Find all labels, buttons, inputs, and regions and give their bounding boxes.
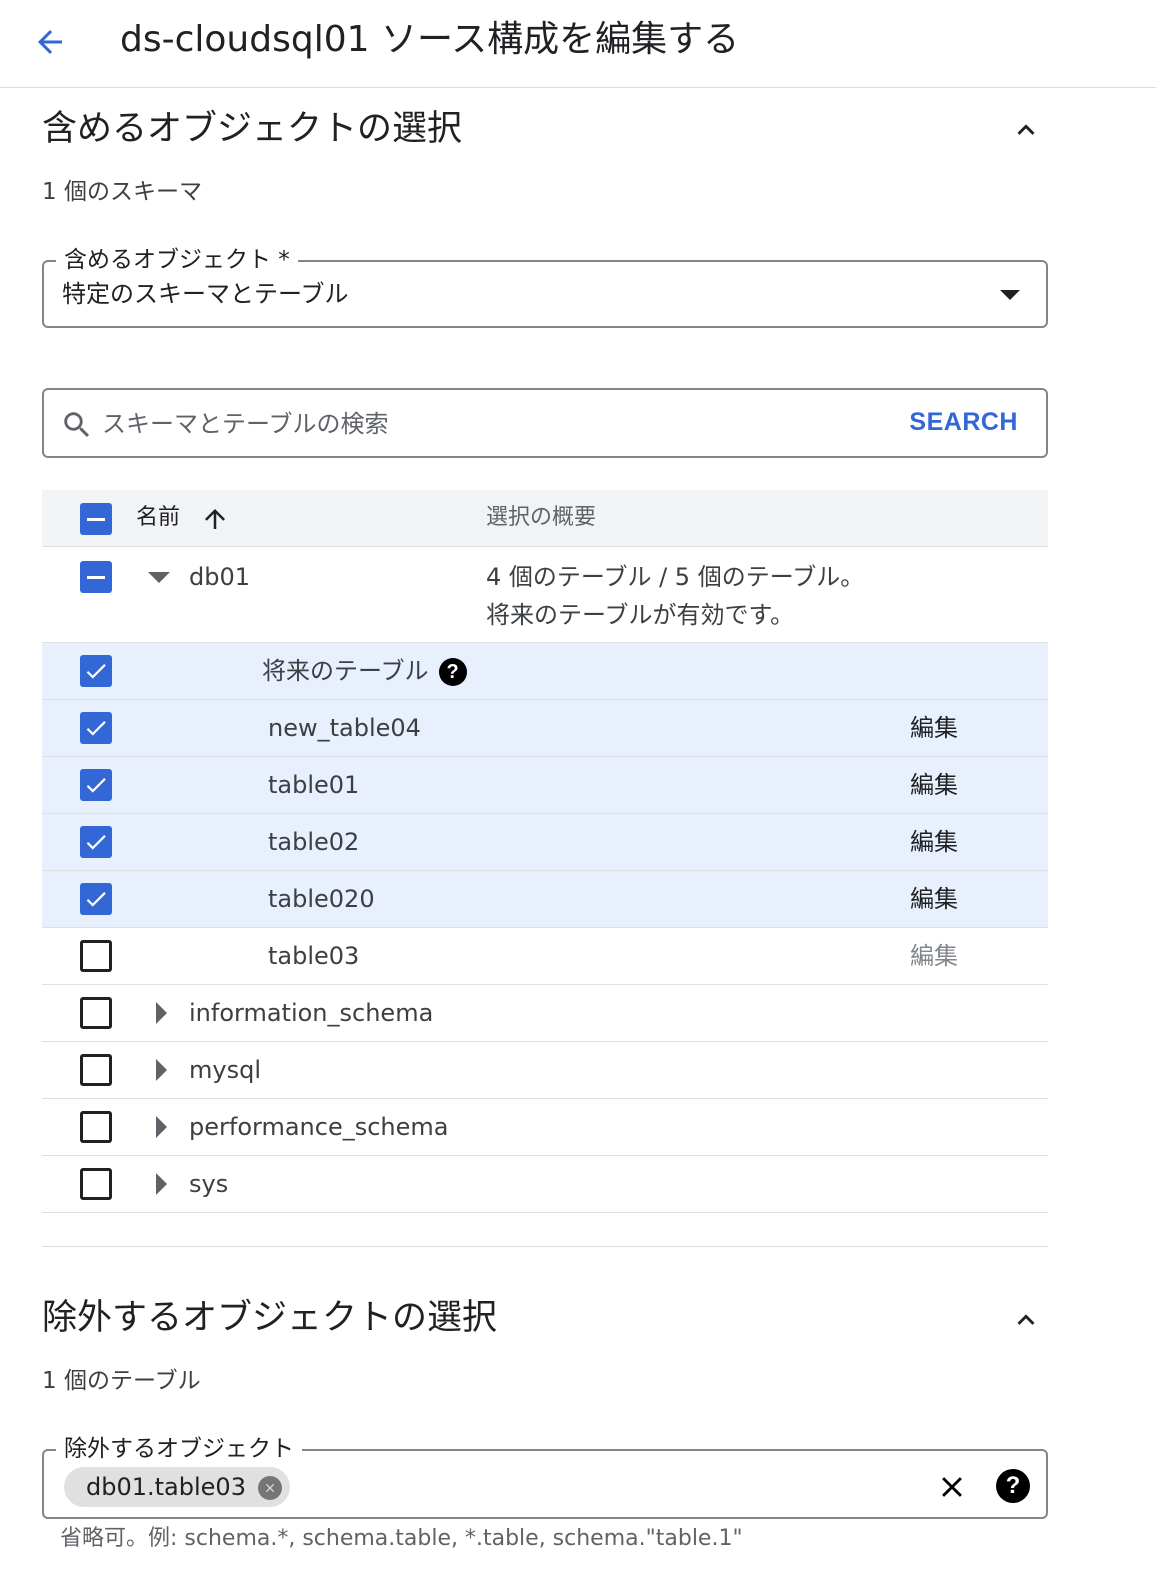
expand-right-icon[interactable] [156, 1002, 167, 1024]
schema-row-db01: db01 4 個のテーブル / 5 個のテーブル。 将来のテーブルが有効です。 [42, 547, 1048, 643]
schema-name: db01 [189, 563, 251, 591]
include-objects-label: 含めるオブジェクト * [56, 245, 298, 275]
schema-name: sys [189, 1170, 229, 1198]
help-icon[interactable]: ? [438, 658, 467, 686]
check-icon [86, 664, 106, 679]
top-bar: ds-cloudsql01 ソース構成を編集する [0, 0, 1156, 88]
expand-right-icon[interactable] [156, 1059, 167, 1081]
schema-search-box: SEARCH [42, 388, 1048, 458]
schema-row: performance_schema [42, 1099, 1048, 1156]
schema-row: mysql [42, 1042, 1048, 1099]
include-schema-count: 1 個のスキーマ [42, 179, 202, 205]
expand-right-icon[interactable] [156, 1173, 167, 1195]
edit-link[interactable]: 編集 [910, 769, 958, 801]
check-icon [86, 778, 106, 793]
chip-label: db01.table03 [86, 1473, 246, 1501]
exclude-section-title: 除外するオブジェクトの選択 [42, 1298, 498, 1338]
exclude-objects-field[interactable]: 除外するオブジェクト db01.table03 ? [42, 1434, 1048, 1519]
check-icon [86, 721, 106, 736]
dropdown-arrow-icon [1000, 290, 1020, 300]
edit-link[interactable]: 編集 [910, 712, 958, 744]
schema-checkbox[interactable] [80, 1111, 112, 1143]
table-row: table020 編集 [42, 871, 1048, 928]
exclude-objects-label: 除外するオブジェクト [56, 1434, 302, 1464]
table-row: new_table04 編集 [42, 700, 1048, 757]
table-checkbox[interactable] [80, 940, 112, 972]
sort-ascending-icon[interactable] [200, 504, 230, 534]
future-tables-label: 将来のテーブル? [262, 655, 467, 687]
include-collapse-button[interactable] [1004, 108, 1048, 152]
edit-link[interactable]: 編集 [910, 826, 958, 858]
expand-down-icon[interactable] [148, 572, 170, 583]
schema-name: performance_schema [189, 1113, 449, 1141]
table-name: table03 [268, 942, 360, 970]
table-row: table02 編集 [42, 814, 1048, 871]
section-divider [42, 1246, 1048, 1247]
search-input[interactable] [102, 404, 802, 444]
edit-link: 編集 [910, 942, 958, 970]
select-all-checkbox[interactable] [80, 503, 112, 535]
schema-row: information_schema [42, 985, 1048, 1042]
schema-name: information_schema [189, 999, 434, 1027]
future-tables-text: 将来のテーブル [262, 657, 429, 685]
close-icon [265, 1483, 275, 1493]
table-row: table03 編集 [42, 928, 1048, 985]
schema-checkbox[interactable] [80, 1054, 112, 1086]
exclude-chip: db01.table03 [64, 1467, 290, 1507]
table-row: table01 編集 [42, 757, 1048, 814]
search-button[interactable]: SEARCH [909, 408, 1018, 437]
table-name: table02 [268, 828, 360, 856]
exclude-table-count: 1 個のテーブル [42, 1368, 201, 1394]
exclude-hint: 省略可。例: schema.*, schema.table, *.table, … [60, 1526, 743, 1551]
arrow-back-icon [38, 30, 62, 54]
clear-button[interactable] [932, 1467, 972, 1507]
schema-name: mysql [189, 1056, 261, 1084]
table-checkbox[interactable] [80, 769, 112, 801]
check-icon [86, 892, 106, 907]
schema-summary-line1: 4 個のテーブル / 5 個のテーブル。 [486, 563, 865, 591]
include-objects-select[interactable]: 含めるオブジェクト * 特定のスキーマとテーブル [42, 245, 1048, 328]
column-header-summary: 選択の概要 [486, 505, 597, 530]
exclude-collapse-button[interactable] [1004, 1298, 1048, 1342]
help-icon[interactable]: ? [996, 1469, 1030, 1503]
search-icon [64, 412, 90, 438]
schema-checkbox[interactable] [80, 997, 112, 1029]
table-name: table01 [268, 771, 360, 799]
check-icon [86, 835, 106, 850]
future-tables-checkbox[interactable] [80, 655, 112, 687]
table-name: table020 [268, 885, 375, 913]
schema-checkbox-db01[interactable] [80, 561, 112, 593]
schema-checkbox[interactable] [80, 1168, 112, 1200]
chevron-up-icon [1017, 124, 1035, 135]
future-tables-row: 将来のテーブル? [42, 643, 1048, 700]
column-header-name[interactable]: 名前 [136, 502, 180, 534]
expand-right-icon[interactable] [156, 1116, 167, 1138]
chevron-up-icon [1017, 1314, 1035, 1325]
table-checkbox[interactable] [80, 712, 112, 744]
edit-link[interactable]: 編集 [910, 883, 958, 915]
schema-table: 名前 選択の概要 db01 4 個のテーブル / 5 個のテーブル。 将来のテー… [42, 490, 1048, 1213]
table-header-row: 名前 選択の概要 [42, 490, 1048, 547]
table-checkbox[interactable] [80, 826, 112, 858]
back-button[interactable] [30, 22, 70, 62]
chip-remove-button[interactable] [257, 1476, 282, 1500]
schema-summary-line2: 将来のテーブルが有効です。 [486, 601, 795, 629]
include-section-title: 含めるオブジェクトの選択 [42, 109, 463, 149]
close-icon [942, 1477, 962, 1497]
table-checkbox[interactable] [80, 883, 112, 915]
table-name: new_table04 [268, 714, 421, 742]
page-title: ds-cloudsql01 ソース構成を編集する [120, 19, 740, 60]
schema-row: sys [42, 1156, 1048, 1213]
include-objects-value: 特定のスキーマとテーブル [62, 280, 349, 308]
